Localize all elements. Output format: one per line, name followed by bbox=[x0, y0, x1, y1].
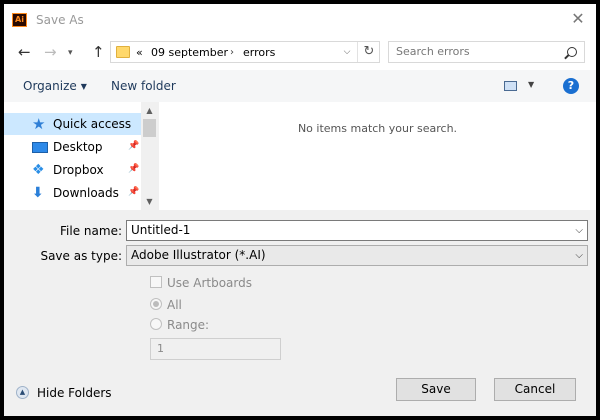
save-as-type-value: Adobe Illustrator (*.AI) bbox=[131, 248, 266, 262]
nav-pane-scrollbar[interactable]: ▲ ▼ bbox=[141, 102, 158, 210]
download-icon: ⬇ bbox=[32, 185, 44, 201]
help-icon[interactable]: ? bbox=[563, 78, 579, 94]
refresh-icon[interactable]: ↻ bbox=[357, 42, 380, 62]
star-icon: ★ bbox=[32, 115, 46, 133]
file-name-value: Untitled-1 bbox=[131, 223, 191, 237]
save-as-type-label: Save as type: bbox=[40, 249, 122, 263]
breadcrumb-overflow[interactable]: « bbox=[136, 46, 143, 59]
scroll-down-icon[interactable]: ▼ bbox=[141, 193, 158, 210]
use-artboards-checkbox[interactable] bbox=[150, 276, 162, 288]
all-label: All bbox=[167, 298, 182, 312]
up-arrow-icon[interactable]: ↑ bbox=[92, 44, 105, 60]
forward-arrow-icon[interactable]: → bbox=[44, 44, 57, 60]
range-input[interactable]: 1 bbox=[150, 338, 281, 360]
pin-icon: 📌 bbox=[128, 164, 140, 174]
scroll-up-icon[interactable]: ▲ bbox=[141, 102, 158, 119]
close-button[interactable]: ✕ bbox=[570, 10, 586, 28]
title-bar: Ai Save As ✕ bbox=[4, 4, 596, 36]
recent-locations-chevron-icon[interactable]: ▾ bbox=[68, 45, 73, 61]
file-name-label: File name: bbox=[60, 224, 122, 238]
nav-item-desktop[interactable]: Desktop 📌 bbox=[4, 136, 141, 158]
cancel-button[interactable]: Cancel bbox=[494, 378, 576, 401]
breadcrumb-errors[interactable]: errors bbox=[243, 46, 275, 59]
file-list-view[interactable]: No items match your search. bbox=[159, 102, 596, 210]
nav-item-downloads[interactable]: ⬇ Downloads 📌 bbox=[4, 182, 141, 204]
save-as-dialog: Ai Save As ✕ ← → ▾ ↑ « 09 september › er… bbox=[4, 4, 596, 416]
navigation-bar: ← → ▾ ↑ « 09 september › errors ⌵ ↻ Sear… bbox=[4, 36, 596, 70]
nav-item-label: Downloads bbox=[53, 186, 119, 200]
file-name-input[interactable]: Untitled-1 ⌵ bbox=[126, 220, 588, 241]
nav-item-dropbox[interactable]: ❖ Dropbox 📌 bbox=[4, 159, 141, 181]
dialog-title: Save As bbox=[36, 13, 84, 27]
command-toolbar: Organize ▼ New folder ▼ ? bbox=[4, 70, 596, 102]
breadcrumb-separator[interactable]: › bbox=[230, 46, 234, 59]
address-dropdown-icon[interactable]: ⌵ bbox=[337, 42, 357, 62]
desktop-icon bbox=[32, 142, 48, 153]
pin-icon: 📌 bbox=[128, 141, 140, 151]
pin-icon: 📌 bbox=[128, 187, 140, 197]
organize-label: Organize bbox=[23, 79, 77, 93]
new-folder-button[interactable]: New folder bbox=[111, 79, 176, 93]
back-arrow-icon[interactable]: ← bbox=[18, 44, 31, 60]
illustrator-app-icon: Ai bbox=[12, 13, 27, 27]
address-bar[interactable]: « 09 september › errors ⌵ ↻ bbox=[110, 41, 380, 63]
collapse-chevron-up-icon: ▲ bbox=[16, 386, 29, 399]
navigation-pane: ★ Quick access Desktop 📌 ❖ Dropbox 📌 ⬇ D… bbox=[4, 102, 158, 210]
organize-button[interactable]: Organize ▼ bbox=[23, 79, 87, 93]
chevron-down-icon[interactable]: ⌵ bbox=[575, 221, 583, 240]
nav-item-label: Quick access bbox=[53, 117, 132, 131]
search-icon[interactable] bbox=[567, 47, 577, 57]
save-button[interactable]: Save bbox=[396, 378, 476, 401]
search-placeholder: Search errors bbox=[396, 45, 470, 58]
scrollbar-thumb[interactable] bbox=[143, 119, 156, 137]
all-artboards-radio[interactable] bbox=[150, 298, 162, 310]
use-artboards-label: Use Artboards bbox=[167, 276, 252, 290]
nav-item-label: Desktop bbox=[53, 140, 103, 154]
change-view-icon[interactable] bbox=[504, 81, 517, 91]
save-as-type-select[interactable]: Adobe Illustrator (*.AI) ⌵ bbox=[126, 245, 588, 266]
nav-item-quick-access[interactable]: ★ Quick access bbox=[4, 113, 141, 135]
view-options-chevron-icon[interactable]: ▼ bbox=[528, 80, 534, 89]
range-radio[interactable] bbox=[150, 318, 162, 330]
dropbox-icon: ❖ bbox=[32, 162, 45, 178]
folder-icon bbox=[116, 46, 130, 58]
range-label: Range: bbox=[167, 318, 210, 332]
chevron-down-icon[interactable]: ⌵ bbox=[575, 246, 583, 265]
nav-item-label: Dropbox bbox=[53, 163, 104, 177]
empty-results-message: No items match your search. bbox=[297, 122, 458, 135]
breadcrumb-09-september[interactable]: 09 september bbox=[151, 46, 228, 59]
hide-folders-label: Hide Folders bbox=[37, 386, 112, 400]
search-input[interactable]: Search errors bbox=[388, 41, 585, 63]
organize-caret-icon: ▼ bbox=[80, 82, 87, 91]
